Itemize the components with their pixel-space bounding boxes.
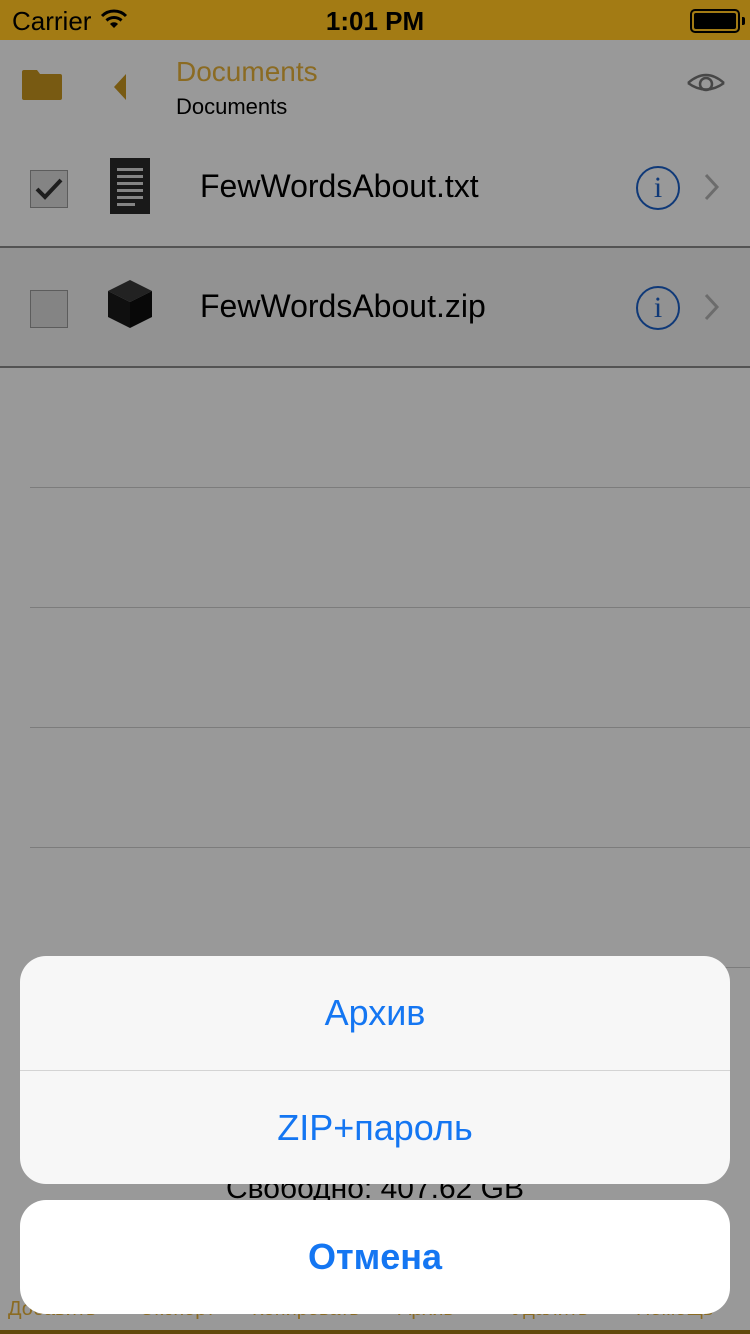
battery-icon xyxy=(690,9,745,33)
action-sheet: Архив ZIP+пароль xyxy=(20,956,730,1184)
zip-password-option-button[interactable]: ZIP+пароль xyxy=(20,1071,730,1184)
cancel-button[interactable]: Отмена xyxy=(20,1200,730,1314)
status-bar: Carrier 1:01 PM xyxy=(0,0,750,40)
clock-label: 1:01 PM xyxy=(325,6,425,36)
archive-option-button[interactable]: Архив xyxy=(20,956,730,1070)
